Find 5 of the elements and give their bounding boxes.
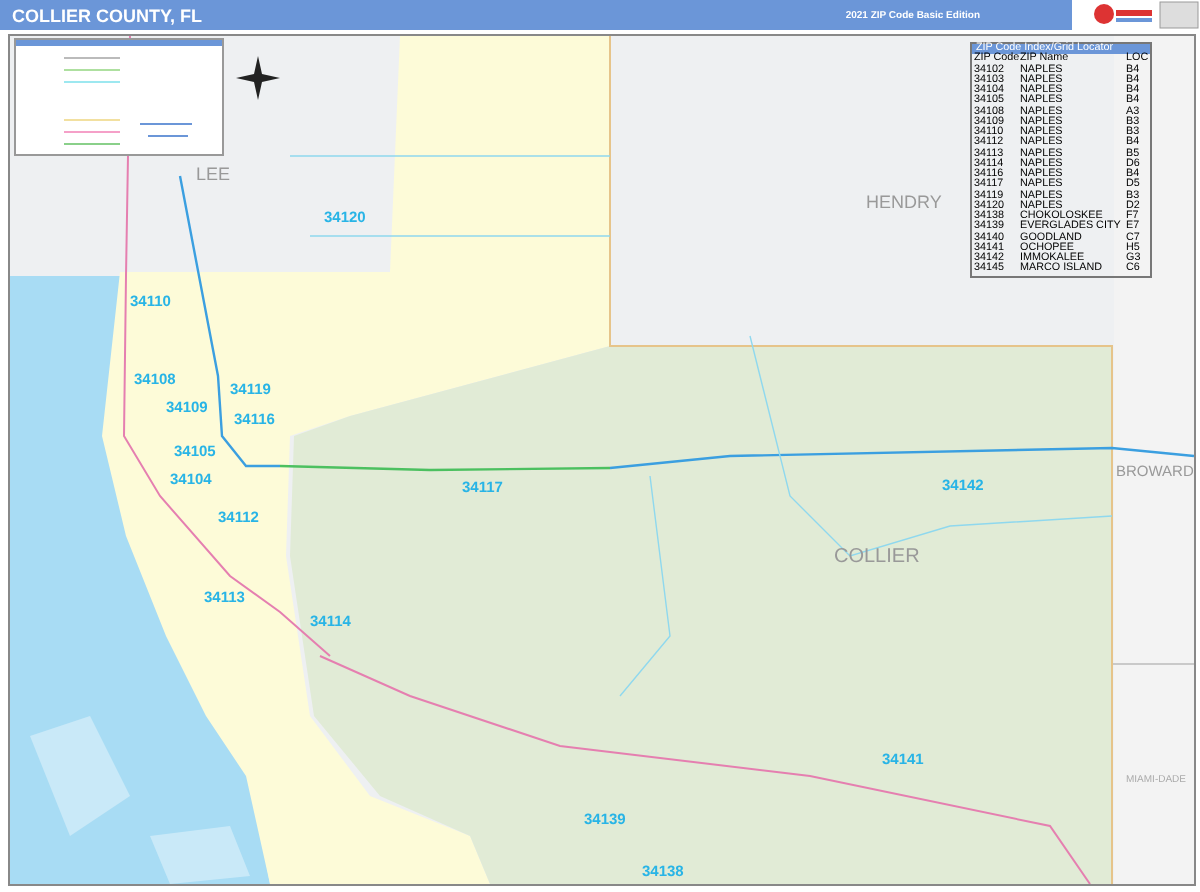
map-title: COLLIER COUNTY, FL — [12, 5, 202, 25]
county-label: COLLIER — [834, 546, 920, 568]
compass-icon — [236, 56, 280, 100]
county-label: HENDRY — [866, 192, 942, 212]
county-label: LEE — [196, 164, 231, 184]
